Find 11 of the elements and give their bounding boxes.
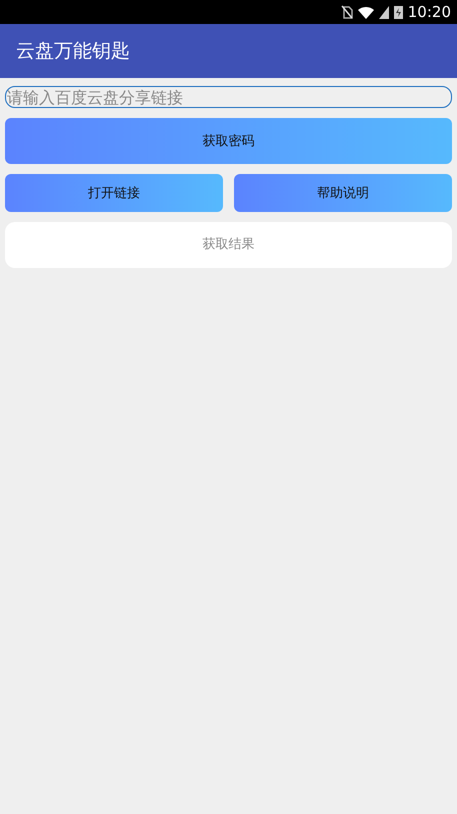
battery-icon xyxy=(394,5,403,19)
action-button[interactable]: 打开链接 xyxy=(5,174,223,212)
app-title: 云盘万能钥匙 xyxy=(16,39,130,64)
wifi-icon xyxy=(358,6,374,18)
action-button[interactable]: 帮助说明 xyxy=(234,174,452,212)
no-sim-icon xyxy=(340,5,353,19)
get-password-button[interactable]: 获取密码 xyxy=(5,118,452,164)
result-field[interactable]: 获取结果 xyxy=(5,222,452,268)
status-time: 10:20 xyxy=(408,3,451,21)
link-input-field[interactable]: 请输入百度云盘分享链接 xyxy=(5,86,452,108)
signal-icon xyxy=(378,6,389,18)
